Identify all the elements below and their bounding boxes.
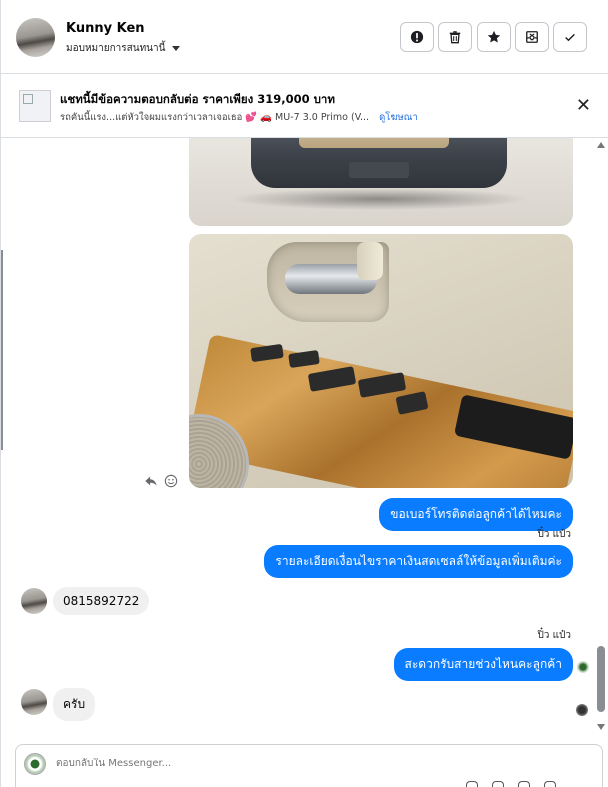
report-button[interactable]	[400, 22, 434, 52]
image-icon[interactable]	[492, 781, 504, 787]
ad-subtitle-row: รถคันนี้แรง...แต่หัวใจผมแรงกว่าเวลาเจอเธ…	[60, 110, 418, 125]
chevron-down-icon	[172, 46, 181, 51]
trash-icon	[449, 31, 461, 44]
contact-avatar-small[interactable]	[21, 689, 47, 715]
door-panel-photo[interactable]	[189, 234, 573, 488]
ad-context-bar: แชทนี้มีข้อความตอบกลับต่อ ราคาเพียง 319,…	[1, 74, 608, 138]
attachment-icon[interactable]	[466, 781, 478, 787]
envelope-x-icon	[526, 31, 538, 43]
message-thread[interactable]: ขอเบอร์โทรติดต่อลูกค้าได้ไหมคะ ปิ๋ว แป๋ว…	[1, 138, 608, 738]
check-icon	[565, 33, 575, 42]
reply-icon[interactable]	[144, 474, 158, 488]
message-actions	[144, 474, 178, 488]
side-resize-handle[interactable]	[1, 250, 3, 450]
view-ad-link[interactable]: ดูโฆษณา	[379, 110, 418, 125]
ad-title: แชทนี้มีข้อความตอบกลับต่อ ราคาเพียง 319,…	[60, 92, 335, 106]
inbox-conversation-panel: Kunny Ken มอบหมายการสนทนานี้ แชทนี้มีข้อ…	[0, 0, 608, 787]
incoming-message[interactable]: 0815892722	[53, 587, 150, 615]
ad-thumbnail[interactable]	[19, 90, 51, 122]
exclamation-icon	[410, 30, 424, 44]
conversation-header: Kunny Ken มอบหมายการสนทนานี้	[1, 0, 608, 74]
scroll-down-arrow-icon[interactable]	[597, 724, 605, 730]
outgoing-message[interactable]: รายละเอียดเงื่อนไขราคาเงินสดเซลล์ให้ข้อม…	[264, 545, 573, 578]
delete-button[interactable]	[438, 22, 472, 52]
sender-name: ปิ๋ว แป๋ว	[537, 529, 571, 540]
contact-avatar[interactable]	[16, 18, 55, 57]
page-avatar	[24, 753, 46, 775]
mark-done-button[interactable]	[553, 22, 587, 52]
outgoing-message[interactable]: สะดวกรับสายช่วงไหนคะลูกค้า	[393, 648, 573, 681]
emoji-icon[interactable]	[518, 781, 530, 787]
photo-detail	[229, 188, 529, 210]
photo-detail	[349, 162, 409, 178]
close-icon[interactable]: ✕	[576, 97, 591, 115]
thread-scrollbar[interactable]	[594, 138, 608, 738]
emoji-reaction-icon[interactable]	[164, 474, 178, 488]
contact-name[interactable]: Kunny Ken	[66, 21, 145, 36]
mark-unread-button[interactable]	[515, 22, 549, 52]
composer-toolbar	[466, 781, 556, 787]
photo-detail	[357, 242, 383, 280]
incoming-message[interactable]: ครับ	[53, 688, 96, 721]
saved-reply-icon[interactable]	[544, 781, 556, 787]
scroll-up-arrow-icon[interactable]	[597, 142, 605, 148]
photo-detail	[299, 138, 449, 148]
ad-subtitle: รถคันนี้แรง...แต่หัวใจผมแรงกว่าเวลาเจอเธ…	[60, 112, 370, 123]
read-receipt-avatar	[576, 704, 588, 716]
car-rear-photo[interactable]	[189, 138, 573, 226]
assign-label: มอบหมายการสนทนานี้	[66, 43, 166, 54]
star-icon	[487, 30, 501, 43]
assign-conversation-dropdown[interactable]: มอบหมายการสนทนานี้	[66, 41, 181, 56]
seen-indicator	[577, 661, 589, 673]
scroll-thumb[interactable]	[597, 646, 605, 712]
sender-name: ปิ๋ว แป๋ว	[537, 630, 571, 641]
contact-avatar-small[interactable]	[21, 588, 47, 614]
star-button[interactable]	[477, 22, 511, 52]
message-composer	[15, 744, 603, 787]
reply-input[interactable]	[56, 758, 456, 769]
